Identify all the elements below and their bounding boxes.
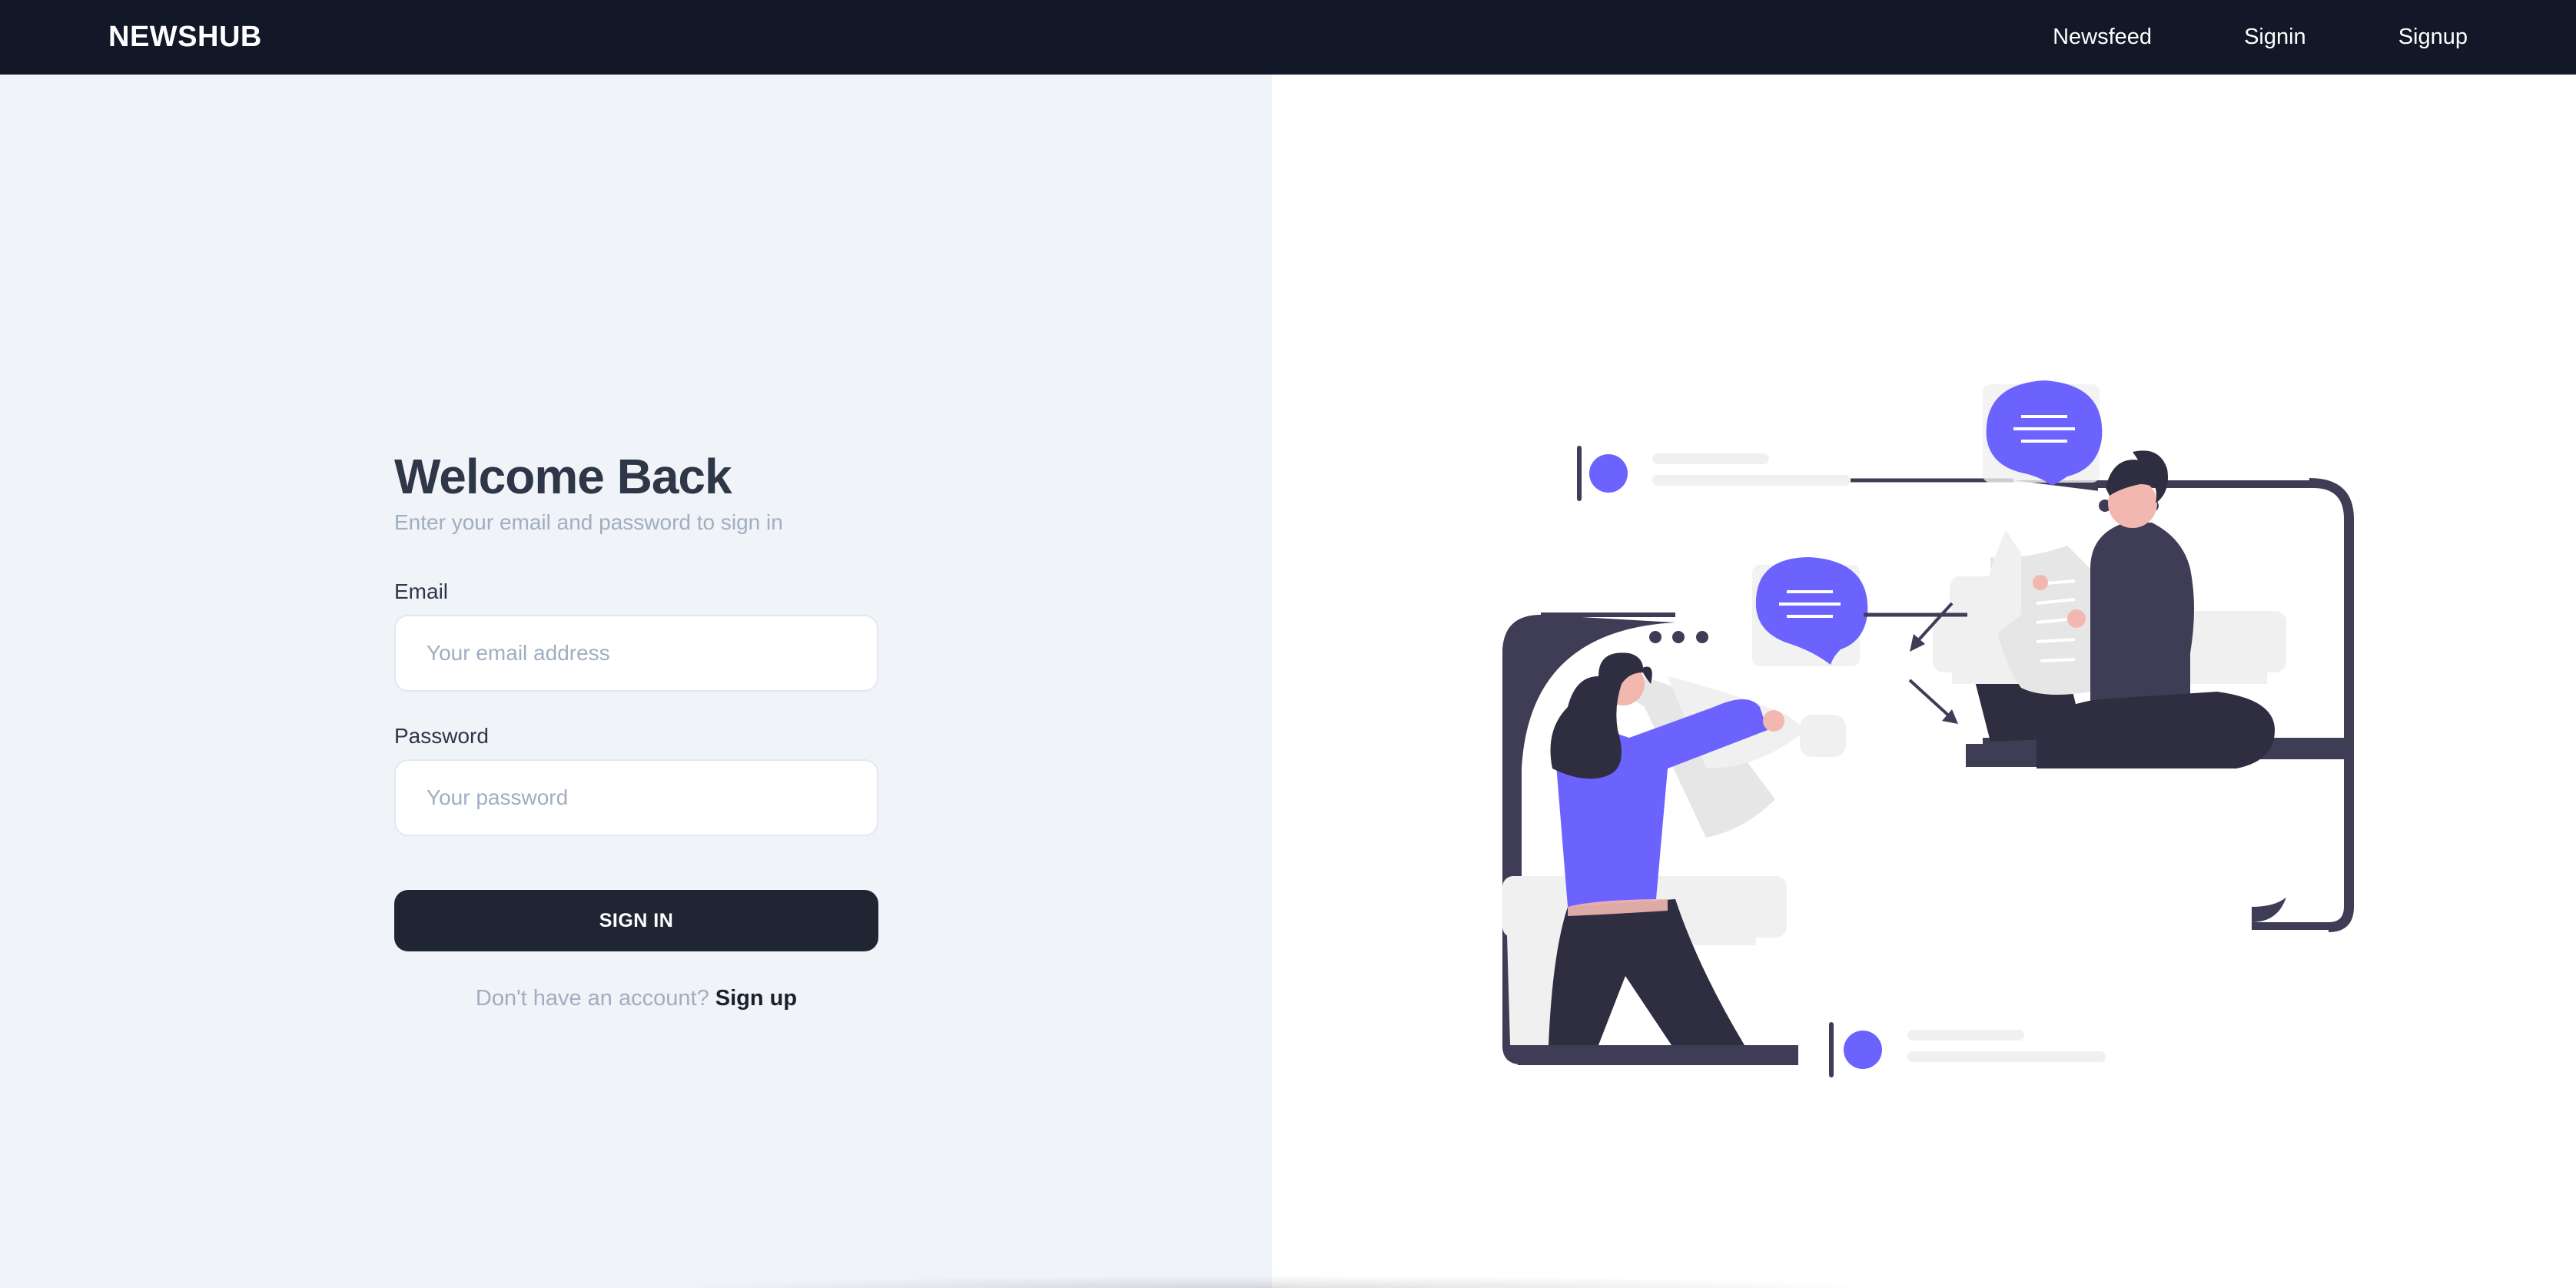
news-reading-illustration-icon [1502, 380, 2354, 1077]
nav-link-signup[interactable]: Signup [2398, 25, 2468, 50]
page-subtitle: Enter your email and password to sign in [394, 510, 783, 534]
email-label: Email [394, 579, 449, 603]
signin-panel: Welcome Back Enter your email and passwo… [0, 75, 1272, 1288]
signup-prompt: Don't have an account? Sign up [394, 986, 878, 1011]
brand-logo[interactable]: NEWSHUB [108, 21, 262, 54]
nav-link-newsfeed[interactable]: Newsfeed [2053, 25, 2152, 50]
nav-links: Newsfeed Signin Signup [1960, 25, 2468, 50]
email-field[interactable] [394, 615, 878, 692]
page-title: Welcome Back [394, 449, 732, 504]
signup-prompt-text: Don't have an account? [475, 986, 709, 1011]
password-field[interactable] [394, 759, 878, 836]
bottom-shadow [661, 1276, 1891, 1288]
sign-up-link[interactable]: Sign up [715, 986, 797, 1011]
nav-link-signin[interactable]: Signin [2244, 25, 2306, 50]
top-navbar: NEWSHUB Newsfeed Signin Signup [0, 0, 2576, 75]
signin-form: Welcome Back Enter your email and passwo… [394, 447, 878, 1011]
password-label: Password [394, 724, 489, 748]
sign-in-button[interactable]: SIGN IN [394, 890, 878, 951]
